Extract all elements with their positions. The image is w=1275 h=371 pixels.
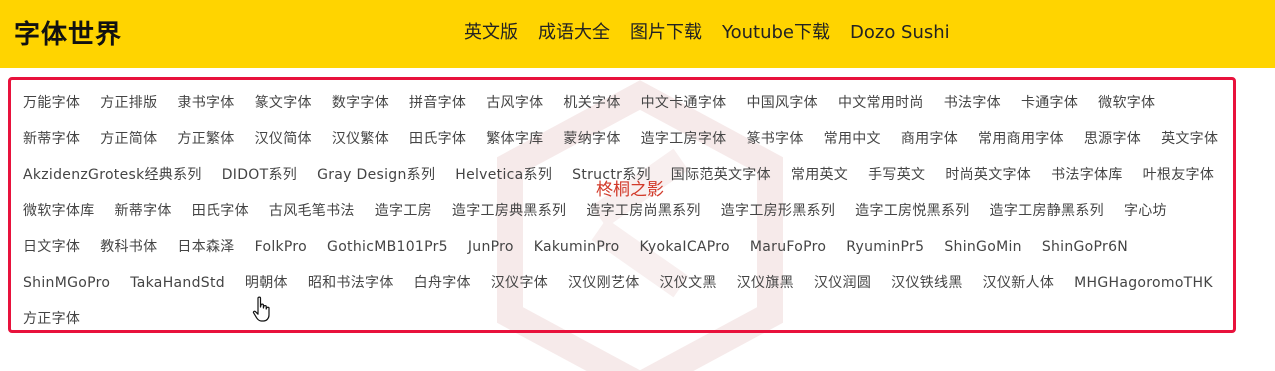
- font-tag[interactable]: 方正字体: [23, 301, 80, 337]
- font-tag[interactable]: 造字工房: [375, 193, 432, 229]
- site-logo[interactable]: 字体世界: [14, 18, 122, 52]
- font-tag[interactable]: 中文卡通字体: [641, 85, 727, 121]
- font-tag[interactable]: 微软字体: [1098, 85, 1155, 121]
- font-tag[interactable]: 造字工房尚黑系列: [586, 193, 700, 229]
- font-tag-list: 万能字体 方正排版 隶书字体 篆文字体 数字字体 拼音字体 古风字体 机关字体 中文卡通字体 中国…: [23, 85, 1225, 337]
- font-tag[interactable]: 字心坊: [1124, 193, 1167, 229]
- font-tag[interactable]: MHGHagoromoTHK: [1074, 265, 1213, 301]
- font-tag[interactable]: 昭和书法字体: [308, 265, 394, 301]
- font-tag[interactable]: 篆书字体: [746, 121, 803, 157]
- font-tag[interactable]: 书法字体库: [1051, 157, 1123, 193]
- font-tag[interactable]: 拼音字体: [409, 85, 466, 121]
- font-tag[interactable]: 方正排版: [100, 85, 157, 121]
- font-tag[interactable]: 思源字体: [1084, 121, 1141, 157]
- font-tag[interactable]: 叶根友字体: [1143, 157, 1215, 193]
- font-tag[interactable]: KyokaICAPro: [639, 229, 729, 265]
- font-tag[interactable]: 教科书体: [100, 229, 157, 265]
- font-tag[interactable]: RyuminPr5: [846, 229, 924, 265]
- font-tag[interactable]: 汉仪新人体: [983, 265, 1055, 301]
- font-tag[interactable]: 蒙纳字体: [563, 121, 620, 157]
- font-tag[interactable]: ShinGoMin: [944, 229, 1021, 265]
- font-tag[interactable]: 时尚英文字体: [945, 157, 1031, 193]
- font-tag[interactable]: Helvetica系列: [455, 157, 552, 193]
- font-tag[interactable]: 造字工房字体: [641, 121, 727, 157]
- font-category-panel: 万能字体 方正排版 隶书字体 篆文字体 数字字体 拼音字体 古风字体 机关字体 中文卡通字体 中国…: [8, 77, 1236, 333]
- font-tag[interactable]: 造字工房形黑系列: [721, 193, 835, 229]
- font-tag[interactable]: 汉仪繁体: [332, 121, 389, 157]
- font-tag[interactable]: 商用字体: [901, 121, 958, 157]
- top-nav: 英文版 成语大全 图片下载 Youtube下载 Dozo Sushi: [464, 19, 950, 47]
- font-tag[interactable]: 造字工房悦黑系列: [855, 193, 969, 229]
- font-tag[interactable]: 明朝体: [245, 265, 288, 301]
- font-tag[interactable]: 英文字体: [1161, 121, 1218, 157]
- font-tag[interactable]: 新蒂字体: [23, 121, 80, 157]
- font-tag[interactable]: 汉仪简体: [255, 121, 312, 157]
- font-tag[interactable]: 中文常用时尚: [838, 85, 924, 121]
- font-tag[interactable]: 数字字体: [332, 85, 389, 121]
- font-tag[interactable]: 汉仪字体: [491, 265, 548, 301]
- font-tag[interactable]: 白舟字体: [414, 265, 471, 301]
- font-tag[interactable]: 汉仪铁线黑: [891, 265, 963, 301]
- nav-youtube-download[interactable]: Youtube下载: [722, 19, 830, 47]
- font-tag[interactable]: 汉仪润圆: [814, 265, 871, 301]
- font-tag[interactable]: 田氏字体: [192, 193, 249, 229]
- font-tag[interactable]: 田氏字体: [409, 121, 466, 157]
- font-tag[interactable]: 日本森泽: [177, 229, 234, 265]
- font-tag[interactable]: 常用商用字体: [978, 121, 1064, 157]
- font-tag[interactable]: 微软字体库: [23, 193, 95, 229]
- font-tag[interactable]: 国际范英文字体: [671, 157, 771, 193]
- font-tag[interactable]: 常用英文: [791, 157, 848, 193]
- font-tag[interactable]: 方正繁体: [177, 121, 234, 157]
- font-tag[interactable]: 汉仪文黑: [660, 265, 717, 301]
- font-tag[interactable]: ShinMGoPro: [23, 265, 110, 301]
- font-tag[interactable]: 古风毛笔书法: [269, 193, 355, 229]
- font-tag[interactable]: DIDOT系列: [222, 157, 297, 193]
- font-tag[interactable]: ShinGoPr6N: [1042, 229, 1128, 265]
- font-tag[interactable]: 繁体字库: [486, 121, 543, 157]
- font-tag[interactable]: 汉仪刚艺体: [568, 265, 640, 301]
- font-tag[interactable]: GothicMB101Pr5: [327, 229, 448, 265]
- font-tag[interactable]: Gray Design系列: [317, 157, 435, 193]
- site-header: 字体世界 英文版 成语大全 图片下载 Youtube下载 Dozo Sushi: [0, 0, 1275, 68]
- nav-idioms[interactable]: 成语大全: [538, 19, 610, 47]
- font-tag[interactable]: 万能字体: [23, 85, 80, 121]
- font-tag[interactable]: 书法字体: [944, 85, 1001, 121]
- font-tag[interactable]: TakaHandStd: [130, 265, 225, 301]
- font-tag[interactable]: 古风字体: [486, 85, 543, 121]
- font-tag[interactable]: 中国风字体: [746, 85, 818, 121]
- nav-english[interactable]: 英文版: [464, 19, 518, 47]
- font-tag[interactable]: 造字工房静黑系列: [990, 193, 1104, 229]
- font-tag[interactable]: 手写英文: [868, 157, 925, 193]
- font-tag[interactable]: 卡通字体: [1021, 85, 1078, 121]
- font-tag[interactable]: 隶书字体: [177, 85, 234, 121]
- font-tag[interactable]: Structr系列: [572, 157, 651, 193]
- font-tag[interactable]: 新蒂字体: [115, 193, 172, 229]
- font-tag[interactable]: JunPro: [468, 229, 514, 265]
- font-tag[interactable]: AkzidenzGrotesk经典系列: [23, 157, 202, 193]
- font-tag[interactable]: 常用中文: [824, 121, 881, 157]
- font-tag[interactable]: 造字工房典黑系列: [452, 193, 566, 229]
- font-tag[interactable]: 机关字体: [563, 85, 620, 121]
- font-tag[interactable]: 日文字体: [23, 229, 80, 265]
- font-tag[interactable]: 方正简体: [100, 121, 157, 157]
- font-tag[interactable]: KakuminPro: [534, 229, 620, 265]
- font-tag[interactable]: 篆文字体: [255, 85, 312, 121]
- nav-dozo-sushi[interactable]: Dozo Sushi: [850, 19, 950, 47]
- nav-image-download[interactable]: 图片下载: [630, 19, 702, 47]
- font-tag[interactable]: FolkPro: [255, 229, 307, 265]
- font-tag[interactable]: 汉仪旗黑: [737, 265, 794, 301]
- font-tag[interactable]: MaruFoPro: [750, 229, 826, 265]
